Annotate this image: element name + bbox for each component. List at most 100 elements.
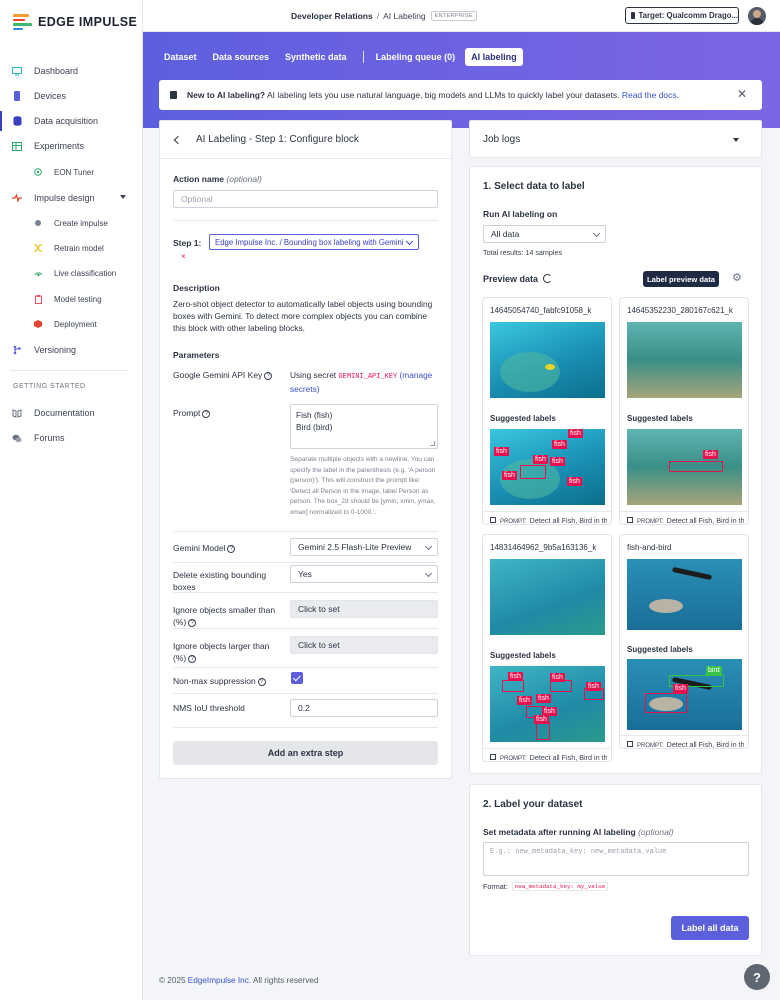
description-title: Description [173, 283, 220, 293]
sidebar-item-live-classification[interactable]: Live classification [0, 263, 142, 283]
target-device-button[interactable]: Target: Qualcomm Drago... [625, 7, 739, 24]
help-chat-button[interactable]: ? [744, 964, 770, 990]
help-icon[interactable]: ? [257, 677, 266, 686]
prompt-help-text: Separate multiple objects with a newline… [290, 456, 436, 516]
breadcrumb-project[interactable]: Developer Relations [291, 11, 373, 21]
delete-boxes-select[interactable]: Yes [290, 565, 438, 583]
job-logs-card[interactable]: Job logs [469, 120, 762, 158]
table-icon [627, 517, 633, 523]
label-dataset-title: 2. Label your dataset [483, 799, 583, 810]
box-icon [34, 320, 42, 328]
notice-end: . [676, 90, 680, 100]
param-divider [173, 562, 438, 563]
sample-card[interactable]: 14645054740_fabfc91058_k Suggested label… [482, 297, 612, 525]
tab-data-sources[interactable]: Data sources [207, 48, 276, 66]
sidebar-item-data-acquisition[interactable]: Data acquisition [0, 111, 142, 131]
remove-step-icon[interactable]: × [181, 252, 186, 261]
metadata-label: Set metadata after running AI labeling (… [483, 827, 674, 837]
user-avatar[interactable] [748, 7, 766, 25]
sidebar-item-deployment[interactable]: Deployment [0, 314, 142, 334]
nms-checkbox[interactable] [291, 672, 303, 684]
table-icon [490, 517, 496, 523]
sample-card[interactable]: fish-and-bird Suggested labels bird fish… [619, 534, 749, 749]
sidebar-item-dashboard[interactable]: Dashboard [0, 61, 142, 81]
larger-input[interactable]: Click to set [290, 636, 438, 654]
label-all-data-button[interactable]: Label all data [671, 916, 749, 940]
sample-card[interactable]: 14645352230_280167c621_k Suggested label… [619, 297, 749, 525]
fish-box [502, 680, 524, 692]
help-icon[interactable]: ? [188, 618, 197, 627]
larger-value: Click to set [298, 640, 340, 650]
smaller-input[interactable]: Click to set [290, 600, 438, 618]
prompt-line: Fish (fish) [296, 410, 333, 420]
sidebar-item-create-impulse[interactable]: Create impulse [0, 213, 142, 233]
refresh-icon[interactable] [543, 274, 552, 283]
smaller-label: Ignore objects smaller than (%)? [173, 604, 278, 628]
prompt-prefix: PROMPT: [637, 519, 664, 525]
step-label: Step 1: [173, 238, 202, 248]
sample-card[interactable]: 14831464962_9b5a163136_k Suggested label… [482, 534, 612, 762]
tab-separator [362, 51, 364, 63]
help-icon[interactable]: ? [227, 544, 236, 553]
format-hint: Format: new_metadata_key: my_value [483, 882, 609, 891]
tab-ai-labeling[interactable]: AI labeling [465, 48, 523, 66]
resize-handle-icon[interactable] [430, 441, 435, 446]
read-docs-link[interactable]: Read the docs [622, 90, 677, 100]
sample-image [490, 559, 605, 635]
settings-gear-icon[interactable]: ⚙ [732, 273, 742, 284]
nms-threshold-input[interactable]: 0.2 [290, 699, 438, 717]
format-value: new_metadata_key: my_value [511, 882, 609, 891]
sidebar-item-documentation[interactable]: Documentation [0, 403, 142, 423]
labeled-image: bird fish [627, 659, 742, 730]
back-chevron-icon[interactable] [173, 135, 183, 145]
sample-prompt: PROMPT:Detect all Fish, Bird in the imag… [490, 753, 607, 762]
param-divider [173, 531, 438, 532]
prompt-textarea[interactable]: Fish (fish) Bird (bird) [290, 404, 438, 449]
sidebar-item-experiments[interactable]: Experiments [0, 136, 142, 156]
fish-tag: fish [536, 694, 551, 703]
model-select-value: Gemini 2.5 Flash-Lite Preview [298, 542, 412, 552]
label-preview-button[interactable]: Label preview data [643, 271, 719, 287]
fish-tag: fish [703, 450, 718, 459]
tab-synthetic-data[interactable]: Synthetic data [279, 48, 353, 66]
help-icon[interactable]: ? [264, 371, 273, 380]
fish-tag: fish [508, 672, 523, 681]
brand-name: EDGE IMPULSE [38, 15, 138, 29]
table-icon [490, 754, 496, 760]
sidebar-item-model-testing[interactable]: Model testing [0, 289, 142, 309]
sidebar-item-forums[interactable]: Forums [0, 428, 142, 448]
prompt-text: Detect all Fish, Bird in the image [666, 740, 744, 749]
model-select[interactable]: Gemini 2.5 Flash-Lite Preview [290, 538, 438, 556]
run-on-value: All data [491, 229, 520, 239]
fish-tag: fish [534, 715, 549, 724]
fish-box [536, 722, 550, 740]
tab-dataset[interactable]: Dataset [158, 48, 203, 66]
footer-link[interactable]: EdgeImpulse Inc. [188, 976, 251, 985]
metadata-textarea[interactable]: E.g.: new_metadata_key: new_metadata_val… [483, 842, 749, 876]
close-icon[interactable]: ✕ [737, 88, 747, 100]
fish-tag: fish [502, 471, 517, 480]
edge-impulse-logo[interactable]: EDGE IMPULSE [13, 12, 137, 32]
tab-labeling-queue[interactable]: Labeling queue (0) [370, 48, 462, 66]
help-icon[interactable]: ? [202, 409, 211, 418]
block-select[interactable]: Edge Impulse Inc. / Bounding box labelin… [209, 234, 419, 250]
sidebar-item-retrain-model[interactable]: Retrain model [0, 238, 142, 258]
footer: © 2025 EdgeImpulse Inc. All rights reser… [159, 976, 318, 985]
run-on-select[interactable]: All data [483, 225, 606, 243]
help-icon[interactable]: ? [188, 654, 197, 663]
live-icon [34, 269, 42, 277]
sample-name: 14645054740_fabfc91058_k [490, 306, 592, 315]
labeled-image: fish [627, 429, 742, 505]
sidebar-item-devices[interactable]: Devices [0, 86, 142, 106]
add-extra-step-button[interactable]: Add an extra step [173, 741, 438, 765]
prompt-line: Bird (bird) [296, 422, 333, 432]
param-divider [173, 667, 438, 668]
sidebar-item-impulse-design[interactable]: Impulse design [0, 188, 142, 208]
chevron-down-icon [120, 195, 126, 199]
sidebar-item-eon-tuner[interactable]: EON Tuner [0, 162, 142, 182]
action-name-input[interactable]: Optional [173, 190, 438, 208]
api-key-label-text: Google Gemini API Key [173, 370, 263, 380]
sidebar-item-versioning[interactable]: Versioning [0, 340, 142, 360]
suggested-labels-title: Suggested labels [490, 651, 556, 660]
model-label-text: Gemini Model [173, 543, 226, 553]
